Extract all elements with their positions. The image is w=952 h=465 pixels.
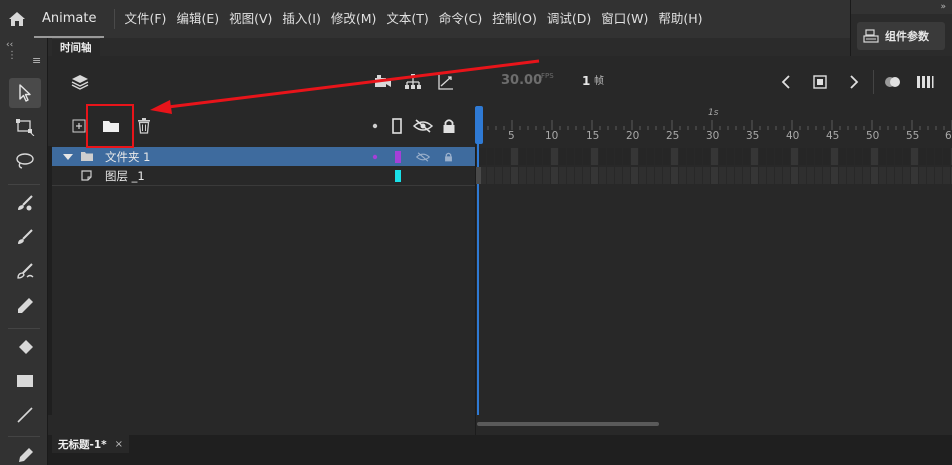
annotation-arrow (150, 59, 540, 114)
